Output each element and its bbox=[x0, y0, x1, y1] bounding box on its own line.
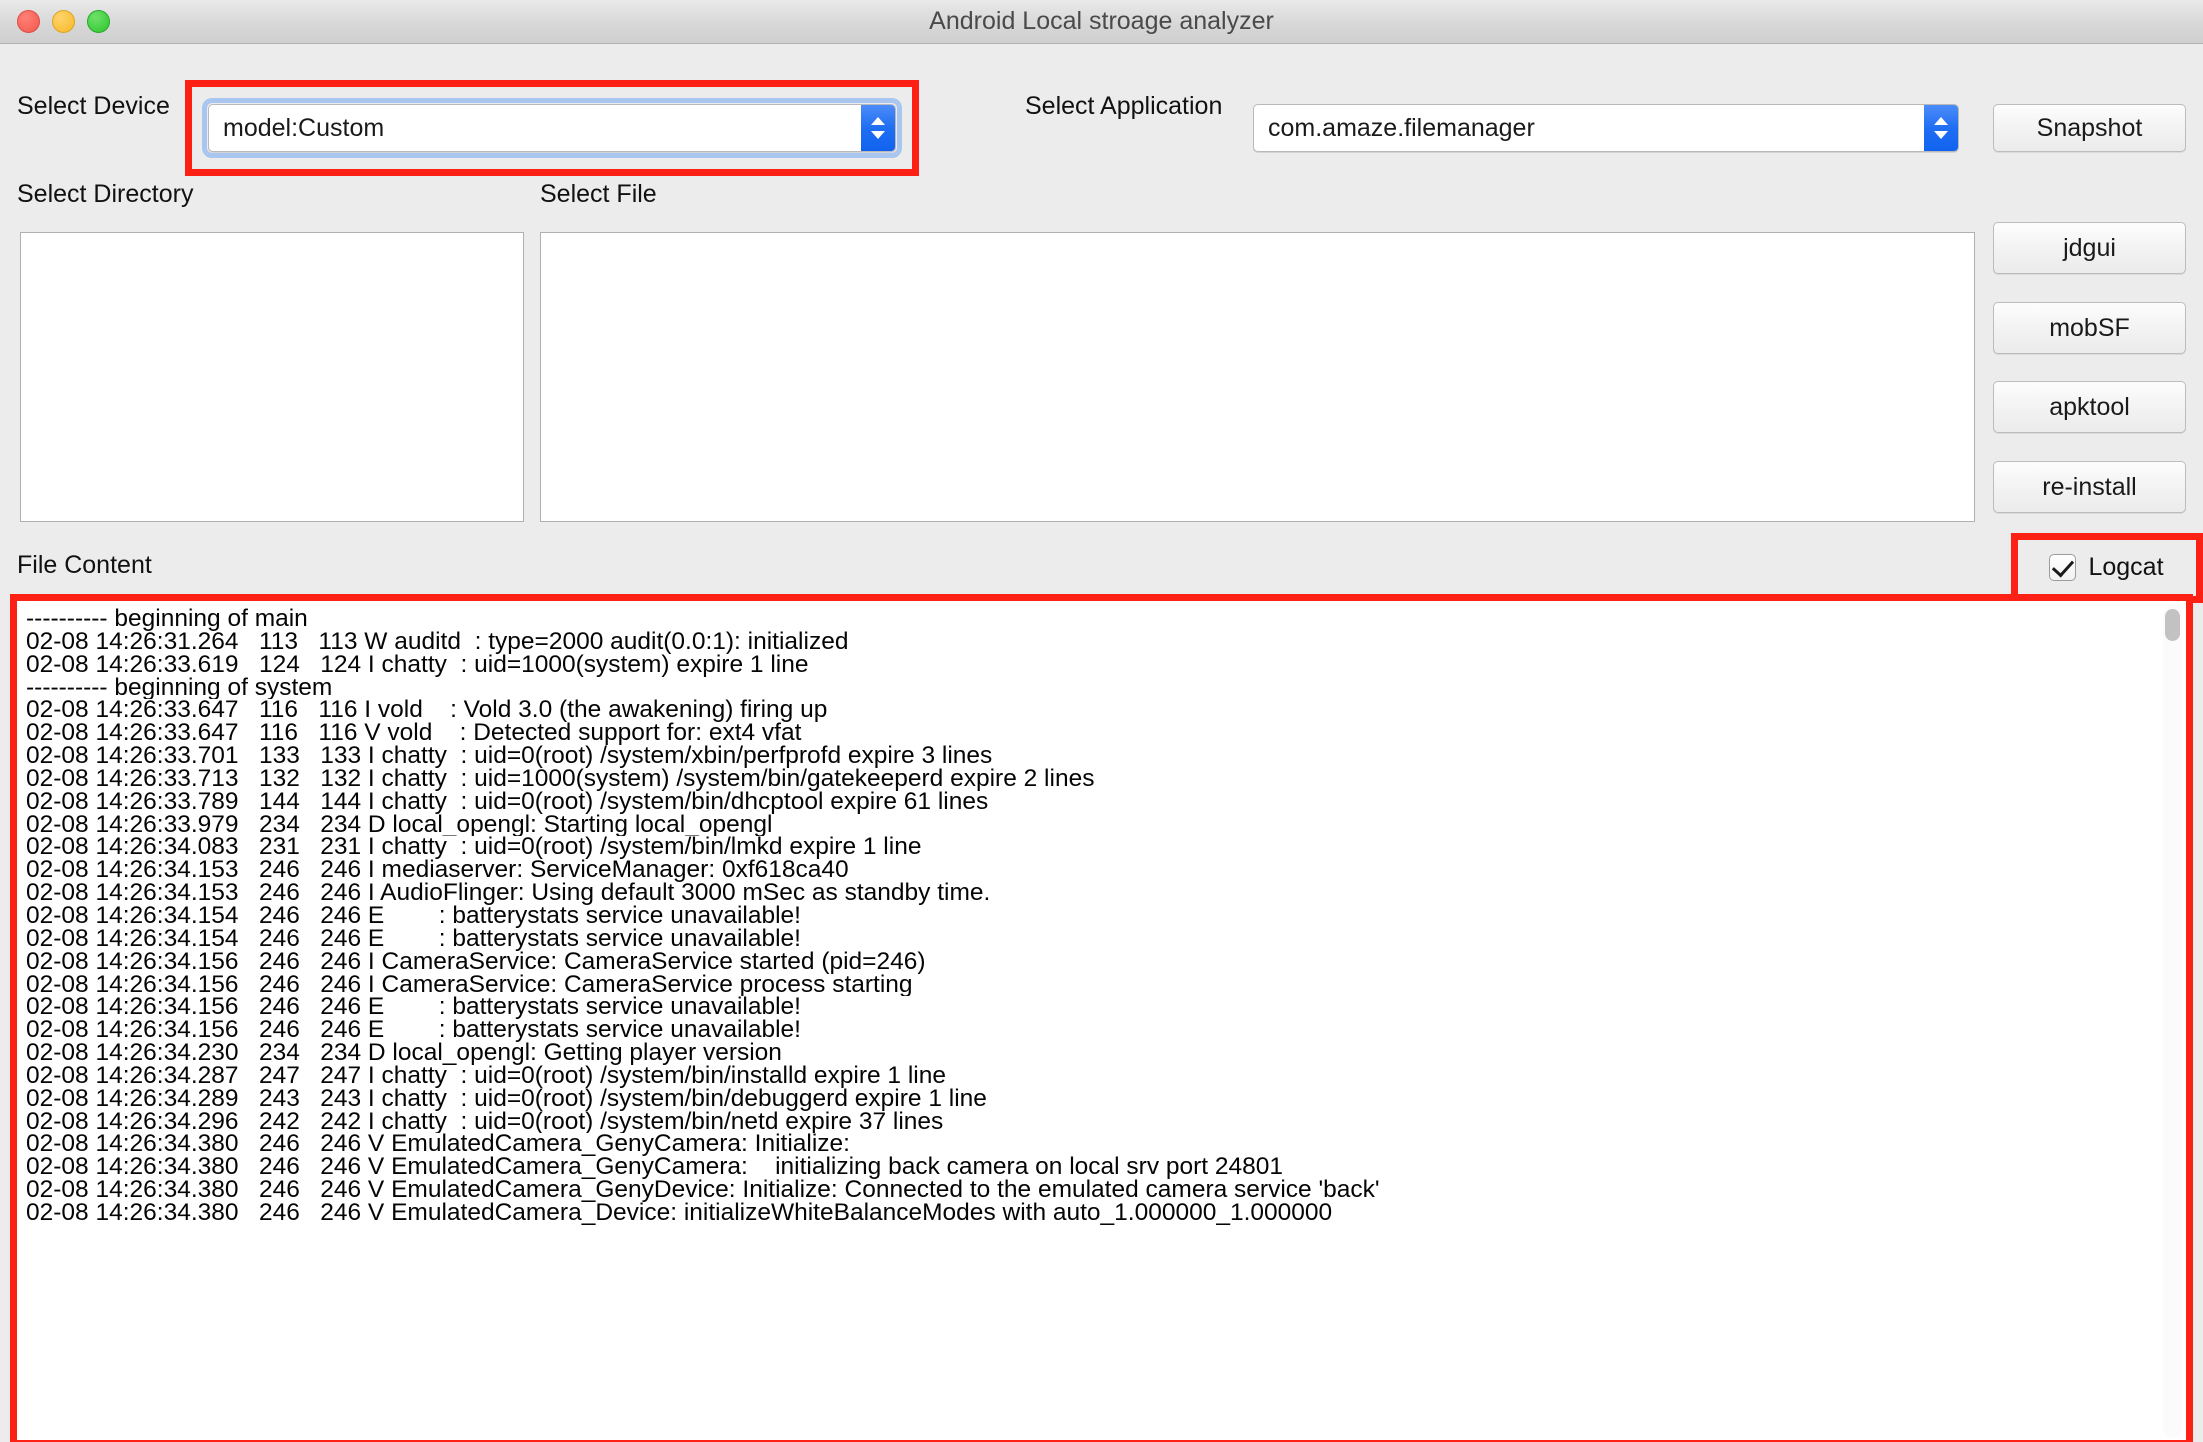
select-file-label: Select File bbox=[540, 180, 657, 209]
log-line: 02-08 14:26:33.789 144 144 I chatty : ui… bbox=[26, 791, 2148, 814]
log-line: 02-08 14:26:31.264 113 113 W auditd : ty… bbox=[26, 631, 2148, 654]
application-combo[interactable]: com.amaze.filemanager bbox=[1253, 104, 1959, 152]
chevron-updown-icon[interactable] bbox=[861, 105, 895, 151]
select-directory-label: Select Directory bbox=[17, 180, 193, 209]
log-line: 02-08 14:26:34.289 243 243 I chatty : ui… bbox=[26, 1088, 2148, 1111]
device-combo[interactable]: model:Custom bbox=[208, 104, 896, 152]
jdgui-button[interactable]: jdgui bbox=[1993, 222, 2186, 274]
log-scrollbar-thumb[interactable] bbox=[2165, 609, 2180, 641]
log-line: 02-08 14:26:34.380 246 246 V EmulatedCam… bbox=[26, 1133, 2148, 1156]
file-content-area[interactable]: ---------- beginning of main02-08 14:26:… bbox=[17, 601, 2186, 1442]
check-icon bbox=[2052, 555, 2074, 578]
select-application-label: Select Application bbox=[1025, 92, 1222, 121]
log-line: 02-08 14:26:33.647 116 116 V vold : Dete… bbox=[26, 722, 2148, 745]
device-combo-value: model:Custom bbox=[223, 105, 384, 151]
window-title: Android Local stroage analyzer bbox=[0, 0, 2203, 43]
log-line: 02-08 14:26:34.380 246 246 V EmulatedCam… bbox=[26, 1179, 2148, 1202]
file-content-label: File Content bbox=[17, 551, 152, 580]
log-line: 02-08 14:26:33.979 234 234 D local_openg… bbox=[26, 814, 2148, 837]
application-combo-value: com.amaze.filemanager bbox=[1268, 105, 1535, 151]
logcat-label: Logcat bbox=[2088, 553, 2163, 582]
log-line: 02-08 14:26:34.154 246 246 E : batteryst… bbox=[26, 928, 2148, 951]
log-line: 02-08 14:26:33.619 124 124 I chatty : ui… bbox=[26, 654, 2148, 677]
snapshot-button[interactable]: Snapshot bbox=[1993, 104, 2186, 152]
apktool-button[interactable]: apktool bbox=[1993, 381, 2186, 433]
log-line: 02-08 14:26:34.380 246 246 V EmulatedCam… bbox=[26, 1202, 2148, 1225]
log-line: 02-08 14:26:34.156 246 246 E : batteryst… bbox=[26, 996, 2148, 1019]
select-device-label: Select Device bbox=[17, 92, 170, 121]
log-line: 02-08 14:26:34.083 231 231 I chatty : ui… bbox=[26, 836, 2148, 859]
log-line: 02-08 14:26:34.154 246 246 E : batteryst… bbox=[26, 905, 2148, 928]
logcat-checkbox[interactable] bbox=[2049, 554, 2076, 581]
log-text: ---------- beginning of main02-08 14:26:… bbox=[26, 608, 2148, 1442]
mobsf-button[interactable]: mobSF bbox=[1993, 302, 2186, 354]
log-line: 02-08 14:26:34.230 234 234 D local_openg… bbox=[26, 1042, 2148, 1065]
logcat-checkbox-row[interactable]: Logcat bbox=[2027, 544, 2186, 591]
log-scrollbar[interactable] bbox=[2163, 605, 2182, 1438]
log-line: 02-08 14:26:34.153 246 246 I AudioFlinge… bbox=[26, 882, 2148, 905]
log-line: 02-08 14:26:34.287 247 247 I chatty : ui… bbox=[26, 1065, 2148, 1088]
title-bar: Android Local stroage analyzer bbox=[0, 0, 2203, 44]
log-line: 02-08 14:26:34.296 242 242 I chatty : ui… bbox=[26, 1111, 2148, 1134]
window-content: Select Device model:Custom Select Applic… bbox=[0, 44, 2203, 1442]
log-line: 02-08 14:26:34.153 246 246 I mediaserver… bbox=[26, 859, 2148, 882]
chevron-updown-icon[interactable] bbox=[1924, 105, 1958, 151]
app-window: Android Local stroage analyzer Select De… bbox=[0, 0, 2203, 1442]
file-listbox[interactable] bbox=[540, 232, 1975, 522]
log-line: ---------- beginning of main bbox=[26, 608, 2148, 631]
log-line: 02-08 14:26:33.701 133 133 I chatty : ui… bbox=[26, 745, 2148, 768]
log-line: 02-08 14:26:34.380 246 246 V EmulatedCam… bbox=[26, 1156, 2148, 1179]
log-line: 02-08 14:26:34.156 246 246 E : batteryst… bbox=[26, 1019, 2148, 1042]
log-line: ---------- beginning of system bbox=[26, 677, 2148, 700]
directory-listbox[interactable] bbox=[20, 232, 524, 522]
log-line: 02-08 14:26:34.156 246 246 I CameraServi… bbox=[26, 974, 2148, 997]
log-line: 02-08 14:26:33.647 116 116 I vold : Vold… bbox=[26, 699, 2148, 722]
re-install-button[interactable]: re-install bbox=[1993, 461, 2186, 513]
log-line: 02-08 14:26:33.713 132 132 I chatty : ui… bbox=[26, 768, 2148, 791]
log-line: 02-08 14:26:34.156 246 246 I CameraServi… bbox=[26, 951, 2148, 974]
